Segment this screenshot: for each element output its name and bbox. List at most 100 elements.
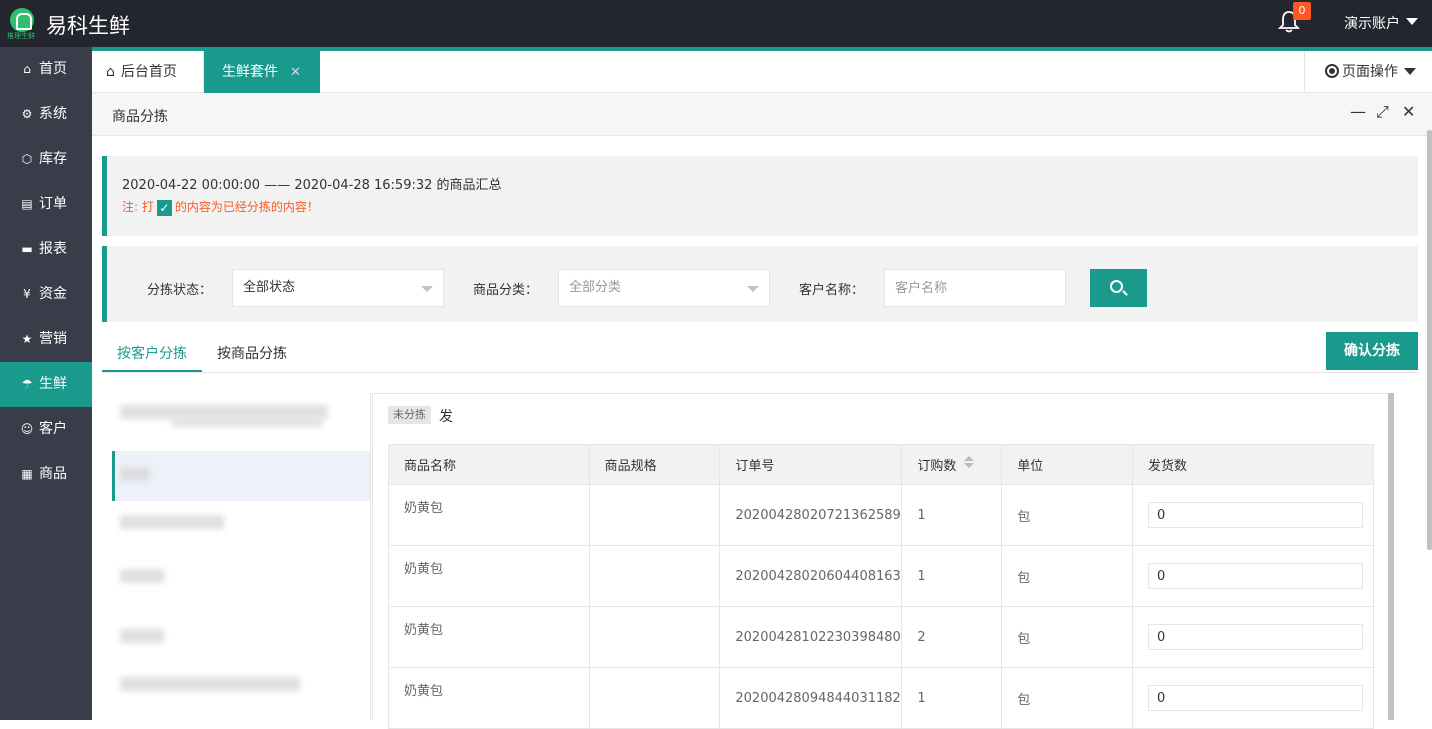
tab-by-customer[interactable]: 按客户分拣 <box>117 343 187 363</box>
grid-icon: ▦ <box>21 467 33 481</box>
column-header: 商品名称 <box>388 444 590 485</box>
home-icon: ⌂ <box>106 64 115 80</box>
checkmark-icon: ✓ <box>156 199 172 216</box>
order-quantity: 1 <box>901 545 1003 607</box>
logo-icon <box>10 8 34 32</box>
maximize-icon[interactable]: ⤢ <box>1376 102 1389 122</box>
tab-home[interactable]: ⌂ 后台首页 <box>92 51 204 93</box>
product-spec <box>588 667 721 729</box>
tab-by-product[interactable]: 按商品分拣 <box>217 343 287 363</box>
close-icon[interactable]: ✕ <box>290 65 301 80</box>
confirm-sort-button[interactable]: 确认分拣 <box>1326 332 1418 370</box>
table-row: 奶黄包 20200428020604408163 1 包 <box>388 545 1375 607</box>
ship-cell <box>1131 545 1375 607</box>
tab-bar: ⌂ 后台首页 生鲜套件 ✕ 页面操作 <box>92 51 1432 93</box>
summary-notice: 2020-04-22 00:00:00 —— 2020-04-28 16:59:… <box>102 156 1418 236</box>
sidebar-item-label: 首页 <box>39 61 67 77</box>
product-name: 奶黄包 <box>388 606 590 668</box>
page-scrollbar[interactable] <box>1427 130 1432 550</box>
home-icon: ⌂ <box>23 62 31 76</box>
table-row: 奶黄包 20200428094844031182 1 包 <box>388 667 1375 729</box>
page-ops-label: 页面操作 <box>1342 64 1398 80</box>
column-header: 订单号 <box>719 444 903 485</box>
minimize-icon[interactable]: — <box>1350 102 1366 121</box>
ship-cell <box>1131 484 1375 546</box>
sidebar-item-label: 资金 <box>39 286 67 302</box>
caret-down-icon <box>421 286 433 292</box>
ship-quantity-input[interactable] <box>1147 685 1363 711</box>
sidebar-item-label: 营销 <box>39 331 67 347</box>
product-name: 奶黄包 <box>388 484 590 546</box>
order-quantity: 1 <box>901 484 1003 546</box>
customer-name-input[interactable] <box>884 269 1066 307</box>
category-select[interactable]: 全部分类 <box>558 269 770 307</box>
ship-cell <box>1131 606 1375 668</box>
search-button[interactable] <box>1090 269 1147 307</box>
status-text: 发 <box>439 409 453 425</box>
list-item-detail <box>172 419 322 427</box>
list-item[interactable] <box>120 569 164 583</box>
ship-cell <box>1131 667 1375 729</box>
sidebar-item-orders[interactable]: ▤ 订单 <box>0 182 92 227</box>
sidebar-item-inventory[interactable]: ⬡ 库存 <box>0 137 92 182</box>
logo-subtitle: 推理生鲜 <box>7 32 35 40</box>
order-number: 20200428094844031182 <box>719 667 903 729</box>
sidebar-item-reports[interactable]: ▬ 报表 <box>0 227 92 272</box>
sidebar-item-fresh[interactable]: ☂ 生鲜 <box>0 362 92 407</box>
umbrella-icon: ☂ <box>21 377 33 391</box>
ship-quantity-input[interactable] <box>1147 502 1363 528</box>
sidebar-item-funds[interactable]: ¥ 资金 <box>0 272 92 317</box>
column-header: 发货数 <box>1131 444 1375 485</box>
list-item[interactable] <box>120 629 164 643</box>
list-item-selected[interactable] <box>112 451 370 501</box>
sort-icon[interactable] <box>964 456 975 468</box>
account-menu[interactable]: 演示账户 <box>1344 13 1400 33</box>
product-spec <box>588 606 721 668</box>
column-header: 单位 <box>1001 444 1133 485</box>
sidebar-item-products[interactable]: ▦ 商品 <box>0 452 92 497</box>
monitor-icon: ▬ <box>21 242 33 256</box>
note-text: 注: 打 ✓ 的内容为已经分拣的内容！ <box>122 198 319 216</box>
sidebar-item-customers[interactable]: ☺ 客户 <box>0 407 92 452</box>
order-number: 20200428020721362589 <box>719 484 903 546</box>
table-row: 奶黄包 20200428102230398480 2 包 <box>388 606 1375 668</box>
detail-scrollbar[interactable] <box>1388 393 1394 720</box>
status-tag: 未分拣 <box>388 406 431 424</box>
status-select[interactable]: 全部状态 <box>232 269 444 307</box>
notification-badge: 0 <box>1293 2 1311 20</box>
list-item[interactable] <box>120 677 300 691</box>
list-item[interactable] <box>120 405 328 419</box>
sidebar-item-label: 商品 <box>39 466 67 482</box>
product-name: 奶黄包 <box>388 545 590 607</box>
status-select-value: 全部状态 <box>243 280 296 295</box>
tab-active-label: 生鲜套件 <box>222 64 278 80</box>
category-filter-label: 商品分类： <box>473 283 539 298</box>
product-spec <box>588 484 721 546</box>
sidebar-item-system[interactable]: ⚙ 系统 <box>0 92 92 137</box>
chevron-down-icon[interactable] <box>1406 18 1418 25</box>
column-header-sortable[interactable]: 订购数 <box>901 444 1003 485</box>
document-icon: ▤ <box>21 197 33 211</box>
order-quantity: 2 <box>901 606 1003 668</box>
tab-home-label: 后台首页 <box>120 64 177 80</box>
user-icon: ☺ <box>20 422 34 436</box>
target-icon <box>1325 64 1339 78</box>
close-icon[interactable]: ✕ <box>1402 102 1415 121</box>
tab-fresh-suite[interactable]: 生鲜套件 ✕ <box>204 51 320 93</box>
chevron-down-icon <box>1404 68 1416 75</box>
selected-indicator <box>112 451 115 501</box>
sidebar-item-home[interactable]: ⌂ 首页 <box>0 47 92 92</box>
active-tab-indicator <box>102 370 202 372</box>
category-select-value: 全部分类 <box>569 280 622 295</box>
list-item[interactable] <box>120 515 224 529</box>
customer-list[interactable] <box>112 393 371 720</box>
ship-quantity-input[interactable] <box>1147 624 1363 650</box>
page-operations-menu[interactable]: 页面操作 <box>1304 51 1432 93</box>
status-filter-label: 分拣状态： <box>147 283 213 298</box>
search-icon <box>1110 280 1123 293</box>
column-header: 商品规格 <box>588 444 721 485</box>
order-number: 20200428102230398480 <box>719 606 903 668</box>
note-suffix: 的内容为已经分拣的内容！ <box>174 200 319 214</box>
sidebar-item-marketing[interactable]: ★ 营销 <box>0 317 92 362</box>
ship-quantity-input[interactable] <box>1147 563 1363 589</box>
